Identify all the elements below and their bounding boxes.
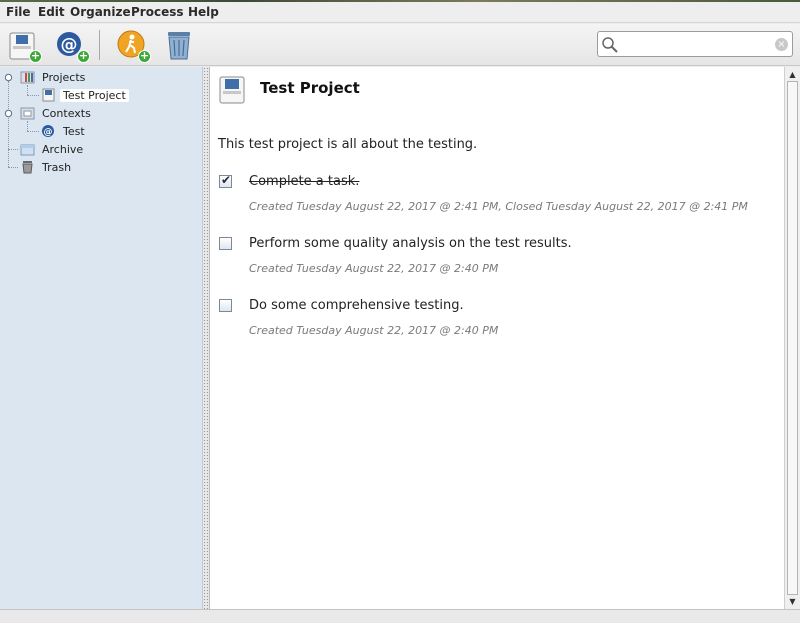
menu-edit[interactable]: Edit (38, 5, 65, 19)
menu-bar: File Edit Organize Process Help (0, 2, 800, 23)
task-text[interactable]: Perform some quality analysis on the tes… (249, 236, 572, 251)
task-checkbox[interactable]: ✔ (219, 173, 232, 188)
project-detail-panel: Test Project This test project is all ab… (210, 67, 784, 609)
svg-text:@: @ (61, 35, 78, 55)
add-project-button[interactable]: + (7, 29, 42, 63)
menu-help[interactable]: Help (188, 5, 219, 19)
status-bar (0, 609, 800, 623)
sidebar-item-label: Archive (42, 143, 84, 156)
toolbar-separator (99, 30, 100, 60)
task-checkbox[interactable] (219, 237, 232, 250)
sidebar-item-label: Projects (42, 71, 86, 84)
menu-organize[interactable]: Organize (70, 5, 131, 19)
vertical-scrollbar[interactable]: ▲ ▼ (784, 67, 800, 609)
menu-process[interactable]: Process (131, 5, 184, 19)
page-title: Test Project (260, 79, 360, 97)
project-icon (42, 88, 55, 102)
scroll-up-icon[interactable]: ▲ (785, 68, 800, 81)
plus-badge-icon: + (29, 49, 42, 63)
project-icon (219, 76, 245, 104)
tree-connector (27, 121, 28, 131)
task-item: Do some comprehensive testing. Created T… (210, 297, 784, 347)
collapse-projects-icon[interactable] (4, 73, 13, 82)
tree-connector (8, 167, 18, 168)
search-input[interactable] (620, 35, 770, 53)
task-text[interactable]: Do some comprehensive testing. (249, 298, 464, 313)
trash-can-icon (168, 32, 190, 60)
add-context-button[interactable]: @ + (55, 29, 90, 63)
clear-search-icon[interactable]: × (775, 38, 788, 51)
sidebar-item-label: Test Project (60, 89, 129, 102)
trash-icon (22, 161, 33, 174)
task-meta: Created Tuesday August 22, 2017 @ 2:41 P… (249, 200, 748, 213)
task-item: ✔ Complete a task. Created Tuesday Augus… (210, 173, 784, 223)
trash-button[interactable] (163, 29, 195, 61)
scroll-down-icon[interactable]: ▼ (785, 595, 800, 608)
task-text[interactable]: Complete a task. (249, 174, 359, 189)
contexts-folder-icon (20, 107, 35, 120)
sidebar-tree: Projects Test Project Contexts @ Test Ar… (0, 67, 203, 609)
task-checkbox[interactable] (219, 299, 232, 312)
search-box[interactable]: × (597, 31, 793, 57)
add-action-button[interactable]: + (116, 29, 151, 63)
task-meta: Created Tuesday August 22, 2017 @ 2:40 P… (249, 324, 499, 337)
checkmark-icon: ✔ (221, 173, 232, 187)
tree-connector (27, 131, 39, 132)
projects-folder-icon (20, 71, 35, 84)
menu-file[interactable]: File (6, 5, 31, 19)
tree-connector (27, 95, 39, 96)
svg-text:@: @ (44, 128, 53, 138)
context-icon: @ (42, 125, 54, 138)
sidebar-item-label: Trash (42, 161, 72, 174)
tree-connector (8, 149, 18, 150)
task-meta: Created Tuesday August 22, 2017 @ 2:40 P… (249, 262, 499, 275)
tree-connector (27, 85, 28, 95)
split-pane-divider[interactable] (203, 67, 210, 609)
plus-badge-icon: + (77, 49, 90, 63)
plus-badge-icon: + (138, 49, 151, 63)
sidebar-item-label: Test (63, 125, 85, 138)
tree-connector (8, 81, 9, 167)
collapse-contexts-icon[interactable] (4, 109, 13, 118)
task-item: Perform some quality analysis on the tes… (210, 235, 784, 285)
search-icon (602, 37, 618, 53)
sidebar-item-label: Contexts (42, 107, 91, 120)
archive-icon (20, 144, 35, 156)
project-description[interactable]: This test project is all about the testi… (218, 137, 477, 152)
scroll-track[interactable] (787, 81, 798, 595)
